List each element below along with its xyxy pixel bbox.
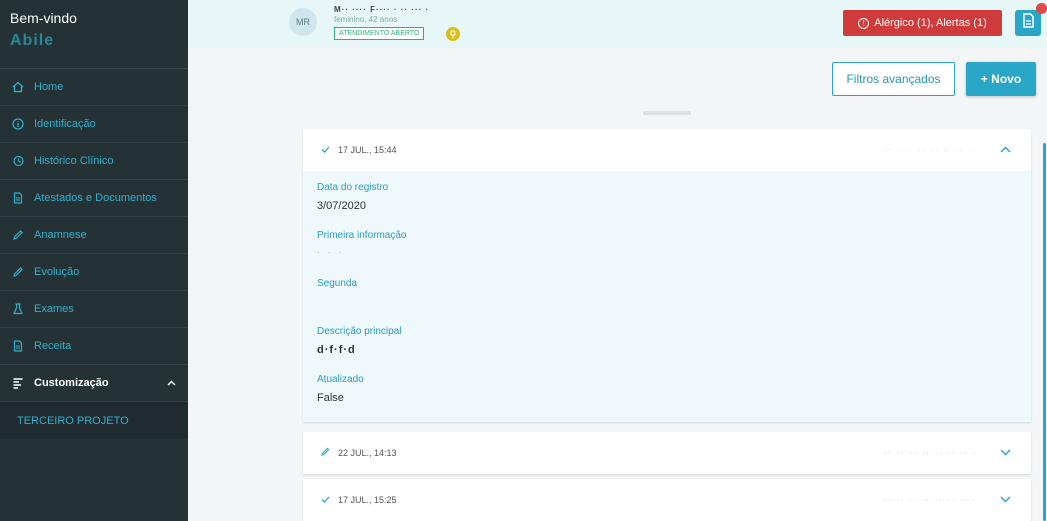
- record-card[interactable]: 22 JUL., 14:13 ·· ·· ·· ·· ·· ·· ·· ·: [303, 432, 1031, 474]
- sidebar-item-exames[interactable]: Exames: [0, 291, 188, 328]
- record-author: ·· · ·· ·· ·· ·· ·· ··: [884, 146, 977, 154]
- pin-icon[interactable]: [446, 27, 460, 41]
- sidebar-item-label: Identificação: [34, 118, 96, 130]
- check-icon: [321, 145, 330, 156]
- field-value: 3/07/2020: [317, 200, 366, 212]
- chevron-up-icon: [167, 378, 176, 389]
- field-label: Segunda: [317, 278, 358, 289]
- sidebar-item-evolucao[interactable]: Evolução: [0, 254, 188, 291]
- field-value: · · ·: [317, 248, 345, 257]
- patient-header: MR M·· ···· F···· · ·· ··· · feminino, 4…: [188, 0, 1047, 48]
- field-value: False: [317, 392, 344, 404]
- sidebar-item-label: Exames: [34, 303, 74, 315]
- advanced-filters-button[interactable]: Filtros avançados: [832, 62, 955, 96]
- sidebar-item-label: Histórico Clínico: [34, 155, 114, 167]
- chevron-down-icon[interactable]: [1000, 494, 1011, 506]
- sidebar: Bem-vindo Abile Home Identificação Histó…: [0, 0, 188, 521]
- field-label: Descrição principal: [317, 326, 402, 337]
- record-card[interactable]: 17 JUL., 15:25 ·· ·· ·· ·· ·· ·· ·· ·: [303, 479, 1031, 521]
- sidebar-item-label: Evolução: [34, 266, 80, 278]
- sidebar-item-receita[interactable]: Receita: [0, 328, 188, 365]
- info-icon: [12, 118, 24, 130]
- history-icon: [12, 155, 24, 167]
- pencil-icon: [12, 266, 24, 278]
- welcome-text: Bem-vindo: [10, 10, 77, 26]
- sidebar-item-atestados[interactable]: Atestados e Documentos: [0, 180, 188, 217]
- patient-info: feminino, 42 anos: [334, 15, 398, 24]
- main-content: Filtros avançados + Novo 17 JUL., 15:44 …: [188, 48, 1047, 521]
- chevron-down-icon[interactable]: [1000, 447, 1011, 459]
- record-date: 17 JUL., 15:25: [338, 495, 397, 505]
- record-author: ·· ·· ·· ·· ·· ·· ·· ·: [884, 449, 977, 457]
- sidebar-item-customizacao[interactable]: Customização: [0, 365, 188, 402]
- field-label: Atualizado: [317, 374, 364, 385]
- record-card-header[interactable]: 17 JUL., 15:44 ·· · ·· ·· ·· ·· ·· ··: [303, 129, 1031, 171]
- sidebar-item-label: Atestados e Documentos: [34, 192, 157, 204]
- record-card-header[interactable]: 22 JUL., 14:13 ·· ·· ·· ·· ·· ·· ·· ·: [303, 432, 1031, 474]
- sidebar-header: Bem-vindo Abile: [0, 0, 188, 69]
- record-author: ·· ·· ·· ·· ·· ·· ·· ·: [884, 496, 977, 504]
- drag-handle[interactable]: [643, 111, 691, 115]
- home-icon: [12, 81, 24, 93]
- record-card-header[interactable]: 17 JUL., 15:25 ·· ·· ·· ·· ·· ·· ·· ·: [303, 479, 1031, 521]
- sidebar-item-label: Home: [34, 81, 64, 93]
- check-icon: [321, 495, 330, 506]
- record-date: 22 JUL., 14:13: [338, 448, 397, 458]
- avatar: MR: [289, 8, 317, 36]
- documents-button[interactable]: [1015, 10, 1041, 36]
- chevron-up-icon[interactable]: [1000, 144, 1011, 156]
- record-detail: Data do registro 3/07/2020 Primeira info…: [303, 171, 1031, 422]
- app-root: Bem-vindo Abile Home Identificação Histó…: [0, 0, 1047, 521]
- sidebar-item-label: Receita: [34, 340, 72, 352]
- sidebar-item-label: Anamnese: [34, 229, 87, 241]
- status-badge: ATENDIMENTO ABERTO: [334, 27, 425, 40]
- pencil-icon: [12, 229, 24, 241]
- notification-dot: [1036, 3, 1047, 14]
- form-icon: [12, 377, 24, 389]
- field-label: Data do registro: [317, 182, 389, 193]
- sidebar-item-identificacao[interactable]: Identificação: [0, 106, 188, 143]
- field-value: d·f·f·d: [317, 344, 356, 356]
- flask-icon: [12, 303, 24, 315]
- alerts-label: Alérgico (1), Alertas (1): [874, 17, 987, 29]
- username: Abile: [10, 32, 55, 49]
- sidebar-item-home[interactable]: Home: [0, 69, 188, 106]
- document-icon: [12, 340, 24, 352]
- field-label: Primeira informação: [317, 230, 407, 241]
- document-icon: [1022, 13, 1035, 33]
- field-value: [317, 290, 1017, 314]
- document-icon: [12, 192, 24, 204]
- sidebar-subitem-terceiro-projeto[interactable]: TERCEIRO PROJETO: [0, 402, 188, 439]
- sidebar-item-anamnese[interactable]: Anamnese: [0, 217, 188, 254]
- pencil-icon: [321, 447, 330, 459]
- alerts-button[interactable]: ! Alérgico (1), Alertas (1): [843, 10, 1002, 36]
- new-record-button[interactable]: + Novo: [966, 62, 1036, 96]
- record-date: 17 JUL., 15:44: [338, 145, 397, 155]
- sidebar-item-historico[interactable]: Histórico Clínico: [0, 143, 188, 180]
- alert-circle-icon: !: [858, 17, 870, 29]
- record-card: 17 JUL., 15:44 ·· · ·· ·· ·· ·· ·· ·· Da…: [303, 129, 1031, 422]
- scrollbar[interactable]: [1043, 143, 1046, 521]
- sidebar-item-label: Customização: [34, 377, 109, 389]
- patient-name: M·· ···· F···· · ·· ··· ·: [334, 5, 430, 14]
